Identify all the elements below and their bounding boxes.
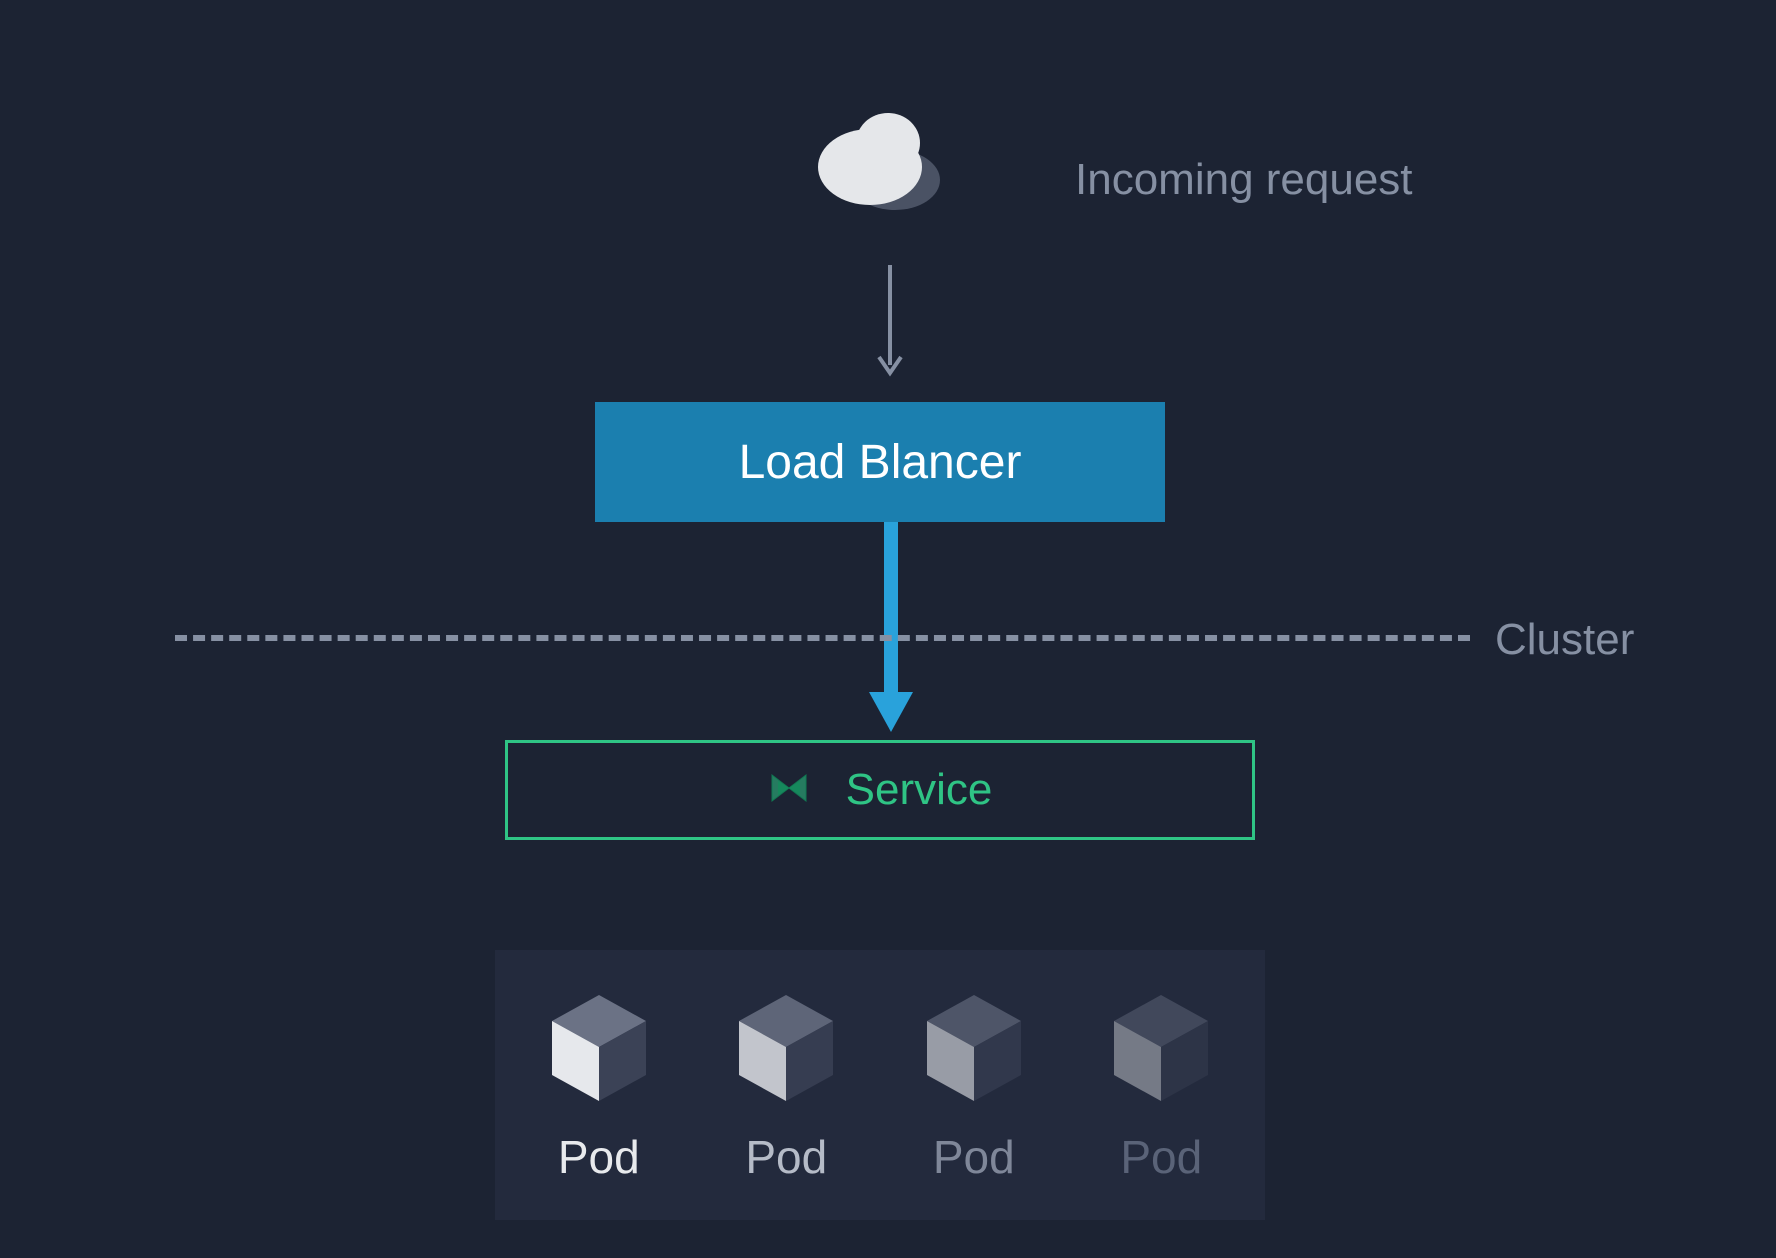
service-label: Service	[846, 765, 993, 815]
pods-container: Pod Pod Pod Pod	[495, 950, 1265, 1220]
arrow-down-large-icon	[866, 522, 916, 742]
pod-label: Pod	[933, 1130, 1015, 1184]
pod-item: Pod	[731, 987, 841, 1184]
pod-item: Pod	[919, 987, 1029, 1184]
pod-label: Pod	[558, 1130, 640, 1184]
pod-label: Pod	[745, 1130, 827, 1184]
pod-item: Pod	[1106, 987, 1216, 1184]
service-box: Service	[505, 740, 1255, 840]
cube-icon	[1106, 987, 1216, 1112]
service-icon	[768, 767, 810, 814]
load-balancer-label: Load Blancer	[739, 435, 1022, 490]
cluster-boundary-line	[175, 635, 1470, 641]
cluster-label: Cluster	[1495, 615, 1634, 665]
incoming-request-label: Incoming request	[1075, 155, 1413, 205]
arrow-down-icon	[875, 265, 905, 390]
cube-icon	[919, 987, 1029, 1112]
cube-icon	[544, 987, 654, 1112]
load-balancer-box: Load Blancer	[595, 402, 1165, 522]
pod-label: Pod	[1120, 1130, 1202, 1184]
cloud-icon	[810, 105, 950, 220]
cube-icon	[731, 987, 841, 1112]
pod-item: Pod	[544, 987, 654, 1184]
